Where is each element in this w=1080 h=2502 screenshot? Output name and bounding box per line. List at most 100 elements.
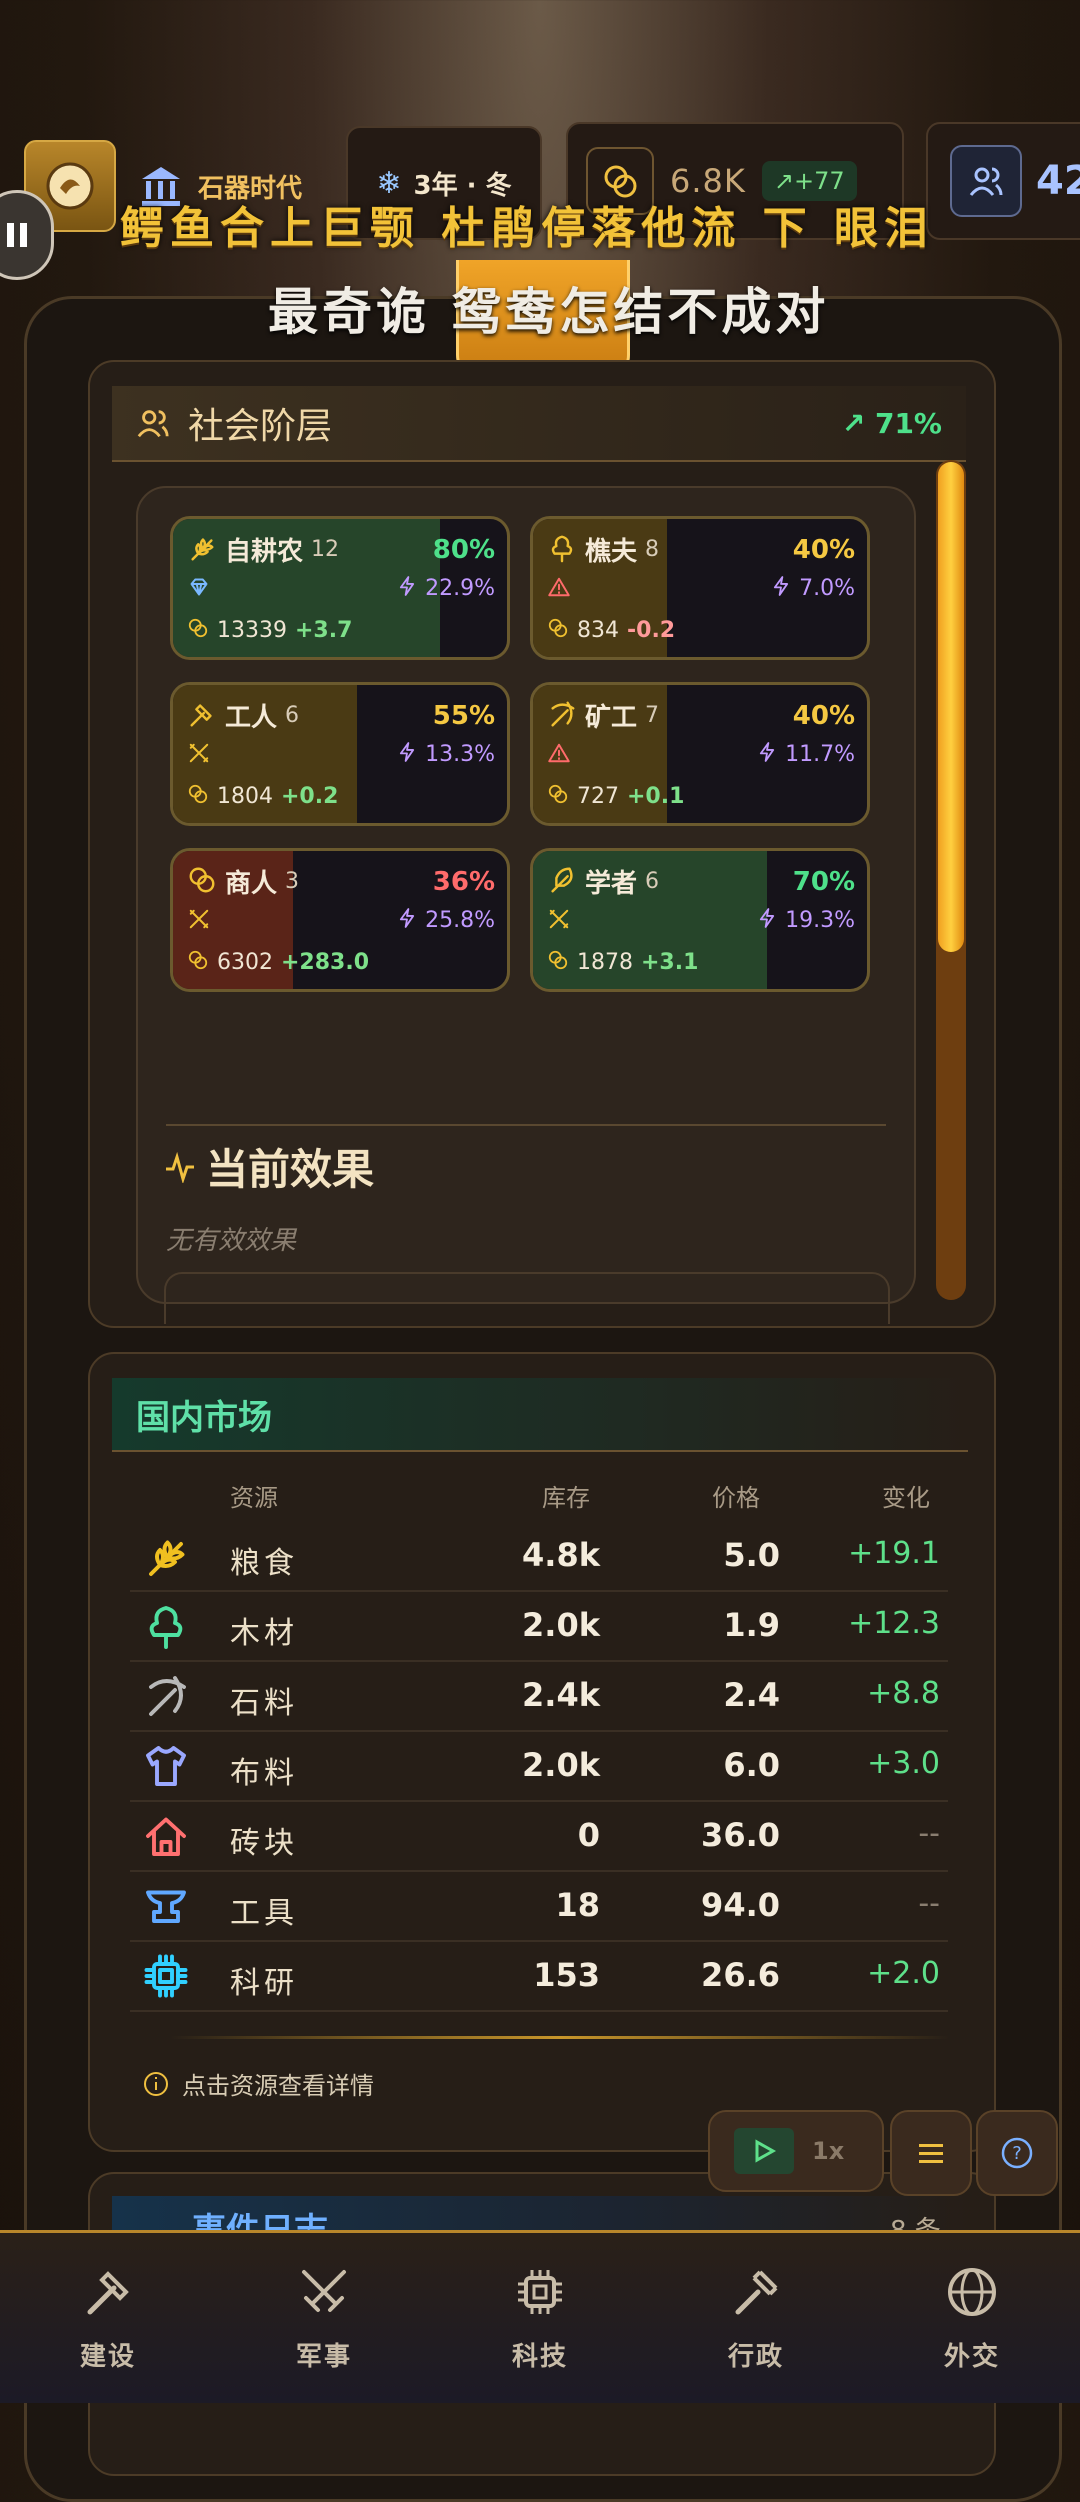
class-approval: 36%: [432, 866, 495, 897]
anvil-icon: [142, 1882, 190, 1930]
resource-name: 砖块: [230, 1826, 298, 1861]
social-strata-header[interactable]: 社会阶层 ↗ 71%: [112, 386, 966, 462]
play-button[interactable]: [734, 2128, 794, 2174]
tree-icon: [547, 533, 577, 567]
gavel-icon: [735, 2270, 778, 2314]
nav-military[interactable]: 军事: [216, 2233, 432, 2403]
resource-name: 石料: [230, 1686, 298, 1721]
class-wealth: 13339: [217, 617, 287, 643]
class-card[interactable]: 工人 6 55% 13.3% 1804 +0.2: [170, 682, 510, 826]
class-name: 樵夫: [585, 537, 638, 567]
market-row[interactable]: 石料 2.4k 2.4 +8.8: [130, 1662, 948, 1732]
market-row[interactable]: 布料 2.0k 6.0 +3.0: [130, 1732, 948, 1802]
class-influence: 11.7%: [756, 741, 855, 769]
gem-icon: [187, 575, 211, 603]
market-column-headers: 资源 库存 价格 变化: [130, 1474, 950, 1514]
wheat-icon: [187, 533, 217, 567]
house-icon: [142, 1812, 190, 1860]
market-tip-text: 点击资源查看详情: [182, 2072, 374, 2100]
resource-stock: 153: [533, 1956, 600, 1994]
pickaxe-icon: [142, 1672, 190, 1720]
class-wealth-delta: +283.0: [281, 949, 370, 975]
class-influence-value: 25.8%: [425, 908, 495, 933]
pulse-icon: [166, 1151, 194, 1183]
current-effects-title: 当前效果: [206, 1145, 375, 1194]
market-row[interactable]: 木材 2.0k 1.9 +12.3: [130, 1592, 948, 1662]
nav-build[interactable]: 建设: [0, 2233, 216, 2403]
class-wealth: 1878: [577, 949, 633, 975]
resource-price: 26.6: [701, 1956, 780, 1994]
resource-stock: 0: [577, 1816, 600, 1854]
resource-name: 科研: [230, 1966, 298, 2001]
class-card[interactable]: 樵夫 8 40% 7.0% 834 -0.2: [530, 516, 870, 660]
nav-military-label: 军事: [295, 2341, 352, 2372]
pause-icon: [7, 223, 27, 247]
nav-diplomacy-label: 外交: [943, 2341, 1000, 2372]
swords-icon: [302, 2269, 346, 2312]
class-influence: 13.3%: [396, 741, 495, 769]
people-icon: [137, 410, 169, 438]
resource-stock: 2.4k: [522, 1676, 600, 1714]
class-count: 6: [285, 703, 300, 728]
emblem-icon: [46, 162, 94, 210]
class-card[interactable]: 学者 6 70% 19.3% 1878 +3.1: [530, 848, 870, 992]
crossed-tools-icon: [187, 741, 211, 769]
class-card[interactable]: 自耕农 12 80% 22.9% 13339 +3.7: [170, 516, 510, 660]
class-count: 8: [645, 537, 660, 562]
nav-tech[interactable]: 科技: [432, 2233, 648, 2403]
class-approval: 40%: [792, 700, 855, 731]
resource-change: --: [918, 1886, 940, 1921]
market-row[interactable]: 粮食 4.8k 5.0 +19.1: [130, 1522, 948, 1592]
nav-build-label: 建设: [79, 2341, 136, 2372]
resource-name: 布料: [230, 1756, 298, 1791]
speed-label[interactable]: 1x: [812, 2137, 844, 2165]
no-effects-text: 无有效效果: [166, 1226, 297, 1256]
market-row[interactable]: 工具 18 94.0 --: [130, 1872, 948, 1942]
population-resource[interactable]: 42: [926, 122, 1080, 240]
class-count: 12: [311, 537, 340, 562]
pause-button[interactable]: [0, 190, 54, 280]
class-wealth-delta: +0.2: [281, 783, 339, 809]
bolt-icon: [756, 908, 778, 935]
menu-button[interactable]: [890, 2110, 972, 2196]
market-separator: [170, 2036, 950, 2039]
class-card[interactable]: 商人 3 36% 25.8% 6302 +283.0: [170, 848, 510, 992]
scrollbar-thumb[interactable]: [938, 462, 964, 952]
population-value: 42: [1036, 158, 1080, 204]
speed-control[interactable]: 1x: [708, 2110, 884, 2192]
effects-divider: [166, 1124, 886, 1126]
class-approval: 80%: [432, 534, 495, 565]
svg-text:?: ?: [1012, 2143, 1022, 2164]
resource-stock: 2.0k: [522, 1606, 600, 1644]
resource-price: 5.0: [723, 1536, 780, 1574]
class-influence: 7.0%: [770, 575, 855, 603]
effects-hint-box: [164, 1272, 890, 1324]
class-wealth-delta: +3.1: [641, 949, 699, 975]
nav-diplomacy[interactable]: 外交: [864, 2233, 1080, 2403]
market-tip: 点击资源查看详情: [142, 2066, 374, 2101]
nav-admin[interactable]: 行政: [648, 2233, 864, 2403]
class-approval: 40%: [792, 534, 855, 565]
resource-change: +2.0: [867, 1956, 940, 1991]
pickaxe-icon: [547, 699, 577, 733]
coins-icon: [187, 617, 209, 643]
bolt-icon: [756, 742, 778, 769]
class-wealth: 834: [577, 617, 619, 643]
resource-price: 36.0: [701, 1816, 780, 1854]
coins-icon: [187, 865, 217, 899]
col-stock: 库存: [542, 1484, 590, 1512]
menu-icon: [919, 2144, 943, 2163]
class-card[interactable]: 矿工 7 40% 11.7% 727 +0.1: [530, 682, 870, 826]
resource-stock: 2.0k: [522, 1746, 600, 1784]
market-row[interactable]: 科研 153 26.6 +2.0: [130, 1942, 948, 2012]
resource-name: 粮食: [230, 1546, 298, 1581]
resource-name: 木材: [230, 1616, 298, 1651]
class-count: 7: [645, 703, 660, 728]
help-button[interactable]: ?: [976, 2110, 1058, 2196]
class-influence: 22.9%: [396, 575, 495, 603]
class-wealth-delta: +0.1: [627, 783, 685, 809]
approval-value: ↗ 71%: [842, 407, 942, 440]
warning-icon: [547, 575, 571, 603]
market-row[interactable]: 砖块 0 36.0 --: [130, 1802, 948, 1872]
resource-name: 工具: [230, 1896, 298, 1931]
